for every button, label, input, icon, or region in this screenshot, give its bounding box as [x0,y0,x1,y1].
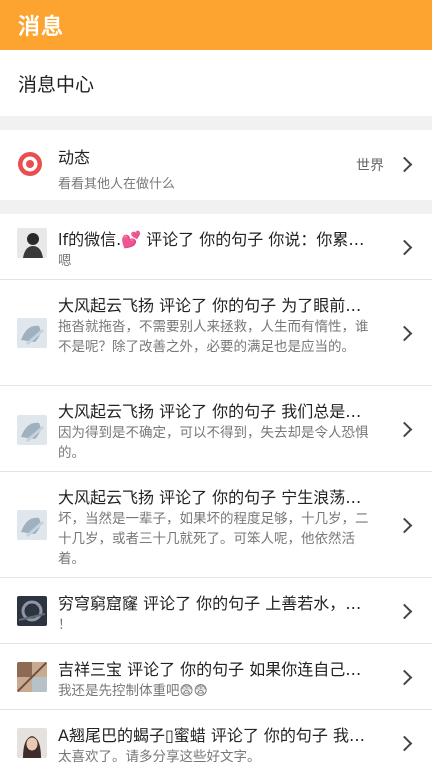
message-header: 大风起云飞扬 评论了 你的句子 宁生浪荡… [58,488,362,507]
chevron-right-icon [396,735,413,752]
chevron-right-icon [396,603,413,620]
message-body: ！ [58,617,72,633]
chevron-right-icon [396,156,413,173]
avatar [17,228,47,258]
divider [0,200,432,214]
page-title: 消息 [18,15,65,40]
chevron-right-icon [396,421,413,438]
avatar [17,415,47,445]
message-header: 大风起云飞扬 评论了 你的句子 我们总是… [58,402,362,421]
dynamic-scope-label: 世界 [356,158,384,174]
chevron-right-icon [396,325,413,342]
message-header: A翘尾巴的蝎子▯蜜蜡 评论了 你的句子 我… [58,726,366,745]
message-header: 大风起云飞扬 评论了 你的句子 为了眼前… [58,296,362,315]
message-item[interactable]: 大风起云飞扬 评论了 你的句子 为了眼前… 拖沓就拖沓，不需要别人来拯救，人生而… [0,280,432,386]
dynamic-row[interactable]: 动态 看看其他人在做什么 世界 [0,130,432,200]
avatar [17,662,47,692]
chevron-right-icon [396,669,413,686]
chevron-right-icon [396,517,413,534]
dynamic-title: 动态 [58,148,91,167]
avatar [17,728,47,758]
message-item[interactable]: 吉祥三宝 评论了 你的句子 如果你连自己… 我还是先控制体重吧😨😨 [0,644,432,710]
message-body: 我还是先控制体重吧😨😨 [58,683,208,699]
avatar [17,510,47,540]
message-header: 穷穹窮窟窿 评论了 你的句子 上善若水，… [58,594,362,613]
message-body: 拖沓就拖沓，不需要别人来拯救，人生而有惰性，谁不是呢？除了改善之外，必要的满足也… [58,319,369,355]
avatar [17,318,47,348]
avatar [17,596,47,626]
message-header: 吉祥三宝 评论了 你的句子 如果你连自己… [58,660,362,679]
dynamic-subtitle: 看看其他人在做什么 [58,177,176,192]
message-item[interactable]: 大风起云飞扬 评论了 你的句子 我们总是… 因为得到是不确定，可以不得到，失去却… [0,386,432,472]
message-body: 因为得到是不确定，可以不得到，失去却是令人恐惧的。 [58,425,369,461]
message-body: 太喜欢了。请多分享这些好文字。 [58,749,261,765]
app-bar: 消息 [0,0,432,50]
record-icon [18,152,42,176]
section-title: 消息中心 [18,73,95,96]
chevron-right-icon [396,239,413,256]
message-center-header: 消息中心 [0,50,432,116]
message-body: 嗯 [58,253,72,269]
message-body: 坏，当然是一辈子，如果坏的程度足够，十几岁，二十几岁，或者三十几就死了。可笨人呢… [58,511,369,567]
message-item[interactable]: lf的微信.💕 评论了 你的句子 你说：你累… 嗯 [0,214,432,280]
message-item[interactable]: 大风起云飞扬 评论了 你的句子 宁生浪荡… 坏，当然是一辈子，如果坏的程度足够，… [0,472,432,578]
message-header: lf的微信.💕 评论了 你的句子 你说：你累… [58,230,365,249]
message-item[interactable]: 穷穹窮窟窿 评论了 你的句子 上善若水，… ！ [0,578,432,644]
message-list: lf的微信.💕 评论了 你的句子 你说：你累… 嗯 大风起云飞扬 评论了 你的句… [0,214,432,780]
divider [0,116,432,130]
